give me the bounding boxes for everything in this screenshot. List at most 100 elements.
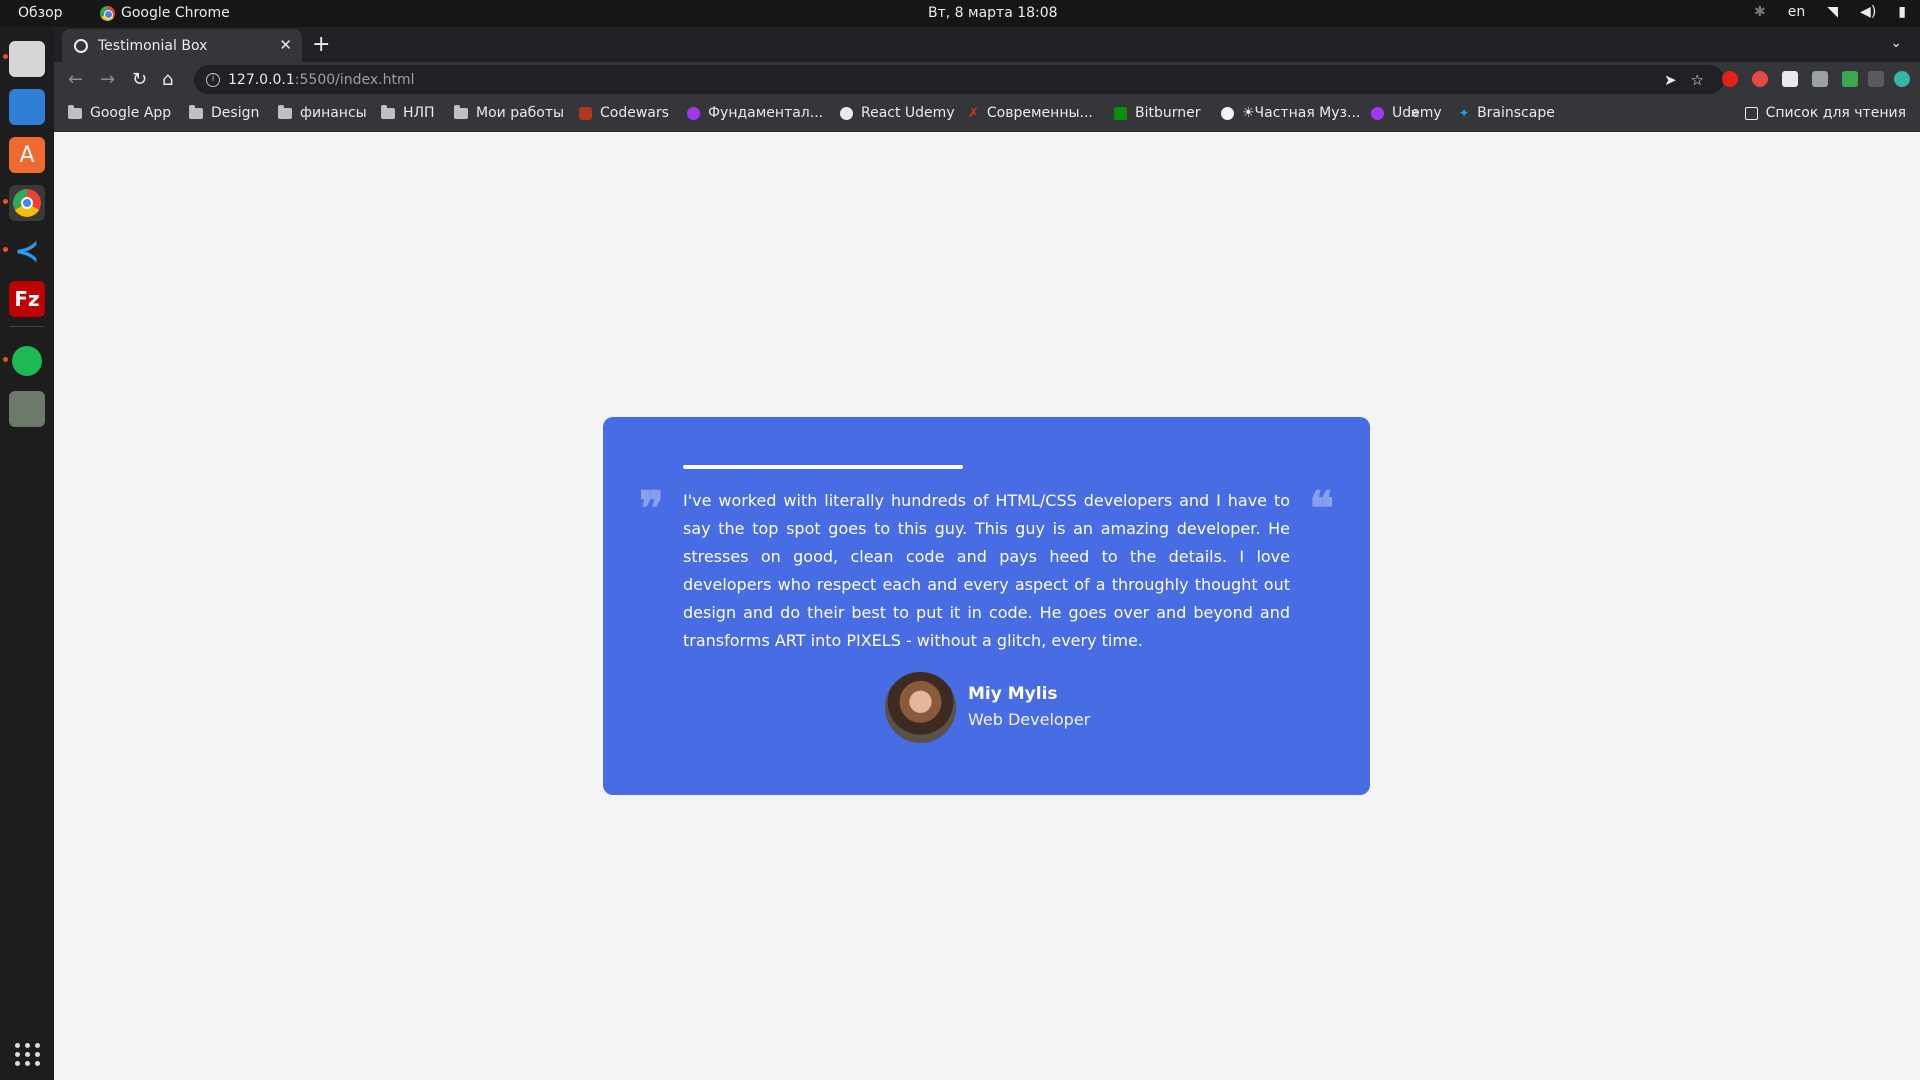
author-info: Miy Mylis Web Developer — [968, 682, 1090, 734]
tab-title: Testimonial Box — [98, 37, 208, 54]
testimonial-text: I've worked with literally hundreds of H… — [683, 491, 1290, 650]
more-bookmarks-button[interactable]: » — [1410, 103, 1420, 122]
site-info-icon[interactable]: i — [206, 72, 220, 87]
tab-strip: Testimonial Box ✕ + ⌄ — [54, 27, 1920, 62]
send-icon[interactable]: ➤ — [1664, 71, 1677, 89]
bookmark-link[interactable]: ✦ Brainscape — [1459, 105, 1555, 121]
bookmark-label: React Udemy — [861, 105, 955, 121]
files-icon[interactable] — [9, 41, 45, 77]
bookmarks-bar: Google App Design финансы НЛП Мои работы… — [54, 97, 1920, 132]
bookmark-label: Фундаментал... — [708, 105, 824, 121]
address-bar[interactable]: i 127.0.0.1 :5500/index.html ➤ ☆ — [194, 65, 1724, 94]
bookmark-label: финансы — [300, 105, 367, 121]
bookmark-link[interactable]: ✗ Современны... — [968, 105, 1093, 121]
brainscape-icon: ✦ — [1459, 106, 1470, 120]
folder-icon — [381, 104, 395, 119]
spotify-icon[interactable] — [9, 343, 45, 379]
quote-open-icon: ❞ — [639, 481, 664, 535]
bitburner-icon — [1114, 106, 1127, 120]
wifi-icon[interactable]: ◥ — [1827, 4, 1838, 20]
back-icon[interactable]: ← — [68, 69, 83, 90]
folder-icon — [454, 104, 468, 119]
running-indicator — [3, 199, 8, 204]
bookmark-label: НЛП — [403, 105, 435, 121]
bookmark-star-icon[interactable]: ☆ — [1691, 71, 1704, 89]
home-icon[interactable]: ⌂ — [162, 69, 173, 90]
trash-icon[interactable] — [9, 391, 45, 427]
bookmark-label: Современны... — [986, 105, 1093, 121]
running-indicator — [3, 247, 8, 252]
globe-icon — [74, 38, 88, 53]
bookmark-link[interactable]: Bitburner — [1114, 105, 1201, 121]
volume-icon[interactable]: ◀) — [1860, 4, 1876, 20]
filezilla-icon[interactable]: Fz — [9, 281, 45, 317]
dock-separator — [10, 326, 44, 327]
bookmark-label: Brainscape — [1477, 105, 1555, 121]
app-store-icon[interactable]: A — [9, 137, 45, 173]
extension-adblock-icon[interactable] — [1722, 71, 1738, 87]
extension-icon[interactable] — [1842, 71, 1858, 87]
folder-icon — [189, 104, 203, 119]
bookmark-folder[interactable]: финансы — [278, 104, 367, 121]
url-host: 127.0.0.1 — [228, 71, 295, 88]
browser-toolbar: ← → ↻ ⌂ i 127.0.0.1 :5500/index.html ➤ ☆ — [54, 62, 1920, 97]
profile-avatar-icon[interactable] — [1894, 71, 1910, 87]
x-icon: ✗ — [968, 105, 979, 121]
bookmark-link[interactable]: Udemy — [1371, 105, 1442, 121]
url-path: :5500/index.html — [294, 71, 415, 88]
udemy-icon — [1371, 106, 1384, 120]
bookmark-link[interactable]: ☀Частная Муз... — [1221, 105, 1360, 121]
chrome-icon — [100, 5, 115, 21]
new-tab-button[interactable]: + — [312, 32, 330, 57]
bookmark-label: Codewars — [600, 105, 669, 121]
bookmark-folder[interactable]: НЛП — [381, 104, 435, 121]
tab-search-icon[interactable]: ⌄ — [1890, 35, 1902, 51]
running-indicator — [3, 54, 8, 59]
globe-icon — [840, 106, 853, 120]
bookmark-folder[interactable]: Design — [189, 104, 260, 121]
author-role: Web Developer — [968, 709, 1091, 729]
bookmark-link[interactable]: Фундаментал... — [687, 105, 823, 121]
chrome-icon[interactable] — [9, 185, 45, 221]
avatar — [883, 670, 958, 745]
app-menu[interactable]: Google Chrome — [100, 5, 230, 21]
battery-icon[interactable]: ▮ — [1898, 4, 1906, 20]
app-menu-label: Google Chrome — [121, 5, 230, 21]
show-applications-icon[interactable] — [15, 1043, 41, 1066]
reading-list-button[interactable]: Список для чтения — [1744, 105, 1906, 121]
quote-close-icon: ❝ — [1309, 481, 1334, 535]
music-icon — [1221, 106, 1234, 120]
language-indicator[interactable]: en — [1788, 4, 1806, 20]
testimonial-card: ❞ ❝ I've worked with literally hundreds … — [603, 417, 1370, 795]
extension-icon[interactable] — [1812, 71, 1828, 87]
dock: A ≺ Fz — [0, 27, 54, 1080]
vscode-icon[interactable]: ≺ — [9, 233, 45, 269]
close-tab-icon[interactable]: ✕ — [279, 36, 292, 54]
text-editor-icon[interactable] — [9, 89, 45, 125]
reading-list-icon — [1744, 106, 1758, 120]
extensions-puzzle-icon[interactable] — [1868, 71, 1884, 87]
extension-icon[interactable] — [1782, 71, 1798, 87]
bookmark-label: Google App — [90, 105, 172, 121]
author-block: Miy Mylis Web Developer — [883, 670, 1090, 745]
clock[interactable]: Вт, 8 марта 18:08 — [928, 5, 1058, 21]
bookmark-label: ☀Частная Муз... — [1242, 105, 1361, 121]
author-name: Miy Mylis — [968, 683, 1058, 704]
progress-bar — [683, 465, 963, 469]
bookmark-link[interactable]: Codewars — [579, 105, 669, 121]
bookmark-link[interactable]: React Udemy — [840, 105, 955, 121]
bookmark-folder[interactable]: Google App — [68, 104, 172, 121]
extension-abp-icon[interactable] — [1752, 71, 1768, 87]
bookmark-folder[interactable]: Мои работы — [454, 104, 564, 121]
reload-icon[interactable]: ↻ — [132, 69, 147, 90]
activities-button[interactable]: Обзор — [18, 5, 63, 21]
bluetooth-icon[interactable]: ✱ — [1754, 4, 1766, 20]
tab-testimonial-box[interactable]: Testimonial Box ✕ — [62, 29, 302, 62]
folder-icon — [278, 104, 292, 119]
system-top-bar: Обзор Google Chrome Вт, 8 марта 18:08 ✱ … — [0, 0, 1920, 27]
system-tray[interactable]: ✱ en ◥ ◀) ▮ — [1754, 4, 1906, 20]
bookmark-label: Design — [211, 105, 260, 121]
udemy-icon — [687, 106, 700, 120]
forward-icon[interactable]: → — [100, 69, 115, 90]
bookmark-label: Bitburner — [1135, 105, 1201, 121]
